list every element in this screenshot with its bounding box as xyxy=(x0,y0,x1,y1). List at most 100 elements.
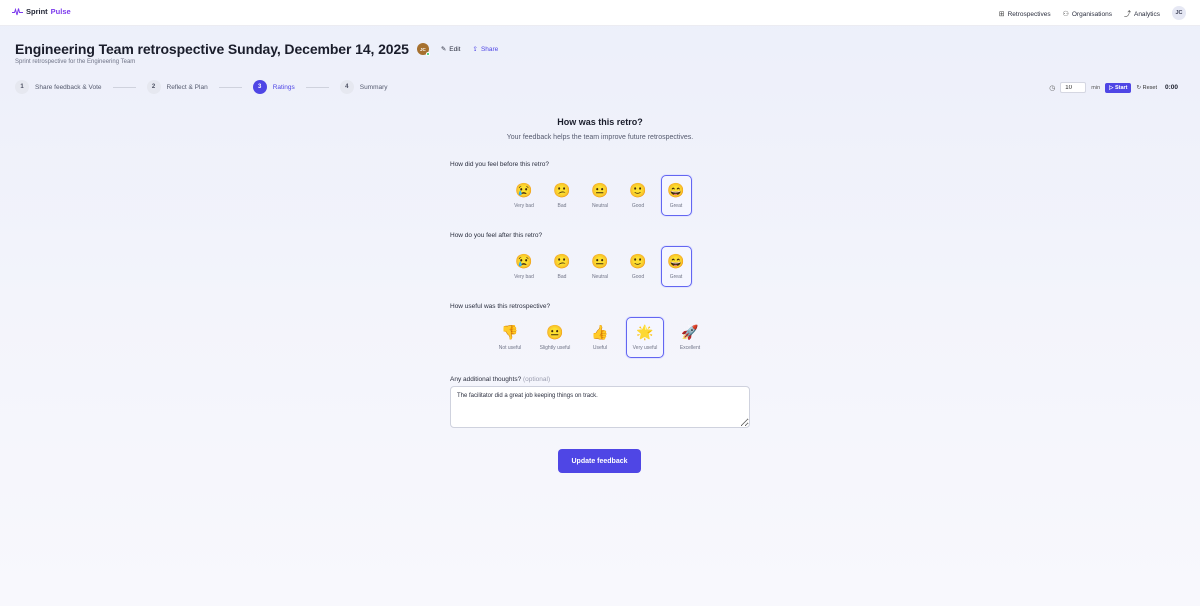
option-slightly-useful[interactable]: 😐 Slightly useful xyxy=(536,317,574,358)
option-label: Good xyxy=(631,274,645,280)
step-label: Summary xyxy=(359,83,388,91)
option-label: Very bad xyxy=(514,203,534,209)
question-before-label: How did you feel before this retro? xyxy=(450,161,549,168)
step-connector xyxy=(218,86,242,88)
thumbs-down-icon: 👎 xyxy=(501,324,519,340)
update-feedback-button[interactable]: Update feedback xyxy=(558,449,641,473)
step-progress: 1 Share feedback & Vote 2 Reflect & Plan… xyxy=(15,80,388,94)
step-label: Ratings xyxy=(272,83,295,91)
neutral-face-icon: 😐 xyxy=(546,324,564,340)
app-name-part1: Sprint xyxy=(26,7,48,16)
good-emoji-icon: 🙂 xyxy=(629,253,647,269)
option-very-useful[interactable]: 🌟 Very useful xyxy=(626,317,664,358)
option-useful[interactable]: 👍 Useful xyxy=(581,317,619,358)
share-label: Share xyxy=(480,45,499,53)
nav-organisations-label: Organisations xyxy=(1071,10,1112,18)
grid-icon: ⊞ xyxy=(998,11,1005,18)
step-summary[interactable]: 4 Summary xyxy=(339,80,388,94)
neutral-emoji-icon: 😐 xyxy=(591,182,609,198)
option-label: Excellent xyxy=(679,345,701,351)
step-label: Reflect & Plan xyxy=(166,83,208,91)
option-very-bad[interactable]: 😢 Very bad xyxy=(509,175,540,216)
step-share-feedback[interactable]: 1 Share feedback & Vote xyxy=(15,80,102,94)
option-label: Great xyxy=(669,274,683,280)
nav-retrospectives[interactable]: ⊞ Retrospectives xyxy=(999,9,1051,19)
timer-display: 0:00 xyxy=(1164,84,1178,91)
option-bad[interactable]: 😕 Bad xyxy=(547,246,578,287)
option-label: Very useful xyxy=(632,345,658,351)
question-usefulness-label: How useful was this retrospective? xyxy=(450,303,551,310)
nav-analytics-label: Analytics xyxy=(1133,10,1160,18)
timer-controls: ◷ min ▷ Start ↻ Reset 0:00 xyxy=(1049,82,1178,93)
retro-feedback-form: How was this retro? Your feedback helps … xyxy=(450,117,750,473)
option-good[interactable]: 🙂 Good xyxy=(623,246,654,287)
timer-minutes-input[interactable] xyxy=(1060,82,1087,93)
option-neutral[interactable]: 😐 Neutral xyxy=(585,246,616,287)
option-bad[interactable]: 😕 Bad xyxy=(547,175,578,216)
step-number: 2 xyxy=(146,80,161,94)
start-label: Start xyxy=(1114,84,1128,91)
option-great[interactable]: 😄 Great xyxy=(660,246,692,287)
page-subtitle: Sprint retrospective for the Engineering… xyxy=(15,59,136,65)
option-label: Bad xyxy=(557,274,567,280)
timer-start-button[interactable]: ▷ Start xyxy=(1105,82,1132,93)
owner-initials: JC xyxy=(419,46,426,52)
option-label: Useful xyxy=(592,345,608,351)
edit-icon: ✎ xyxy=(440,46,447,53)
option-label: Great xyxy=(669,203,683,209)
step-reflect-plan[interactable]: 2 Reflect & Plan xyxy=(146,80,208,94)
option-great[interactable]: 😄 Great xyxy=(660,175,692,216)
nav-analytics[interactable]: ⤴ Analytics xyxy=(1124,9,1160,19)
step-connector xyxy=(305,86,329,88)
thoughts-textarea[interactable]: The facilitator did a great job keeping … xyxy=(450,386,750,428)
feedback-title: How was this retro? xyxy=(557,117,643,127)
rating-usefulness-options: 👎 Not useful 😐 Slightly useful 👍 Useful 🌟 Ve… xyxy=(450,317,750,358)
optional-tag: (optional) xyxy=(523,376,551,383)
owner-avatar: JC xyxy=(416,43,430,56)
share-icon: ⇪ xyxy=(472,46,478,53)
share-button[interactable]: ⇪ Share xyxy=(472,45,499,54)
option-neutral[interactable]: 😐 Neutral xyxy=(585,175,616,216)
very-bad-emoji-icon: 😢 xyxy=(515,182,533,198)
option-label: Bad xyxy=(557,203,567,209)
timer-unit: min xyxy=(1091,84,1101,91)
edit-label: Edit xyxy=(449,45,461,53)
rocket-icon: 🚀 xyxy=(681,324,699,340)
feedback-subtitle: Your feedback helps the team improve fut… xyxy=(506,134,694,141)
user-avatar[interactable]: JC xyxy=(1172,6,1186,20)
top-navbar: Sprint Pulse ⊞ Retrospectives ⚇ Organisa… xyxy=(0,0,1200,26)
step-number: 3 xyxy=(252,80,267,94)
bad-emoji-icon: 😕 xyxy=(553,253,571,269)
online-status-dot xyxy=(425,52,430,56)
nav-organisations[interactable]: ⚇ Organisations xyxy=(1063,9,1112,19)
step-number: 1 xyxy=(15,80,29,94)
option-excellent[interactable]: 🚀 Excellent xyxy=(671,317,709,358)
reset-label: Reset xyxy=(1142,84,1157,91)
great-emoji-icon: 😄 xyxy=(667,182,685,198)
play-icon: ▷ xyxy=(1109,84,1114,91)
very-bad-emoji-icon: 😢 xyxy=(515,253,533,269)
option-label: Slightly useful xyxy=(539,345,571,351)
timer-reset-button[interactable]: ↻ Reset xyxy=(1136,85,1157,91)
thoughts-label-text: Any additional thoughts? xyxy=(450,376,522,383)
pulse-icon xyxy=(12,7,23,15)
question-after-label: How do you feel after this retro? xyxy=(450,232,543,239)
option-not-useful[interactable]: 👎 Not useful xyxy=(491,317,529,358)
step-connector xyxy=(112,86,136,88)
option-label: Good xyxy=(631,203,645,209)
step-number: 4 xyxy=(339,80,354,94)
option-good[interactable]: 🙂 Good xyxy=(623,175,654,216)
rating-before-options: 😢 Very bad 😕 Bad 😐 Neutral 🙂 Good 😄 Great xyxy=(450,175,750,216)
step-ratings[interactable]: 3 Ratings xyxy=(252,80,295,94)
thumbs-up-icon: 👍 xyxy=(591,324,609,340)
app-logo[interactable]: Sprint Pulse xyxy=(12,7,71,16)
good-emoji-icon: 🙂 xyxy=(629,182,647,198)
bad-emoji-icon: 😕 xyxy=(553,182,571,198)
great-emoji-icon: 😄 xyxy=(667,253,685,269)
edit-button[interactable]: ✎ Edit xyxy=(440,45,461,54)
step-label: Share feedback & Vote xyxy=(35,83,102,91)
app-name-part2: Pulse xyxy=(50,7,71,16)
option-very-bad[interactable]: 😢 Very bad xyxy=(509,246,540,287)
rating-after-options: 😢 Very bad 😕 Bad 😐 Neutral 🙂 Good 😄 Great xyxy=(450,246,750,287)
nav-retrospectives-label: Retrospectives xyxy=(1007,10,1051,18)
